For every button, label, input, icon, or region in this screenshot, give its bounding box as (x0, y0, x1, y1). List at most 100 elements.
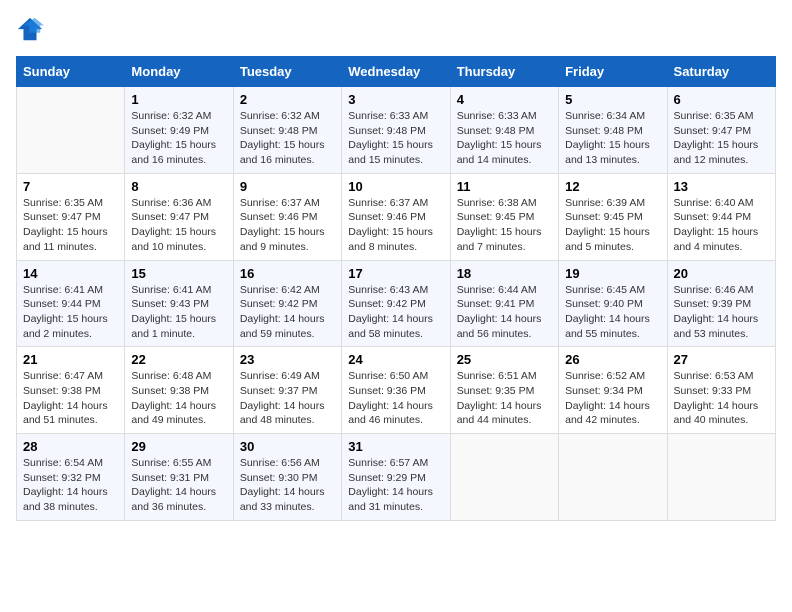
day-info: Sunrise: 6:57 AM Sunset: 9:29 PM Dayligh… (348, 456, 443, 515)
day-number: 19 (565, 266, 660, 281)
calendar-header: SundayMondayTuesdayWednesdayThursdayFrid… (17, 57, 776, 87)
calendar-week-3: 14Sunrise: 6:41 AM Sunset: 9:44 PM Dayli… (17, 260, 776, 347)
calendar-cell: 5 Sunrise: 6:34 AM Sunset: 9:48 PM Daylig… (559, 87, 667, 174)
day-info: Sunrise: 6:42 AM Sunset: 9:42 PM Dayligh… (240, 283, 335, 342)
day-info: Sunrise: 6:38 AM Sunset: 9:45 PM Dayligh… (457, 196, 552, 255)
calendar-cell (450, 434, 558, 521)
logo (16, 16, 48, 44)
day-number: 13 (674, 179, 769, 194)
day-info: Sunrise: 6:37 AM Sunset: 9:46 PM Dayligh… (348, 196, 443, 255)
header-day-thursday: Thursday (450, 57, 558, 87)
day-info: Sunrise: 6:50 AM Sunset: 9:36 PM Dayligh… (348, 369, 443, 428)
day-number: 24 (348, 352, 443, 367)
calendar-cell: 12 Sunrise: 6:39 AM Sunset: 9:45 PM Dayli… (559, 173, 667, 260)
calendar-cell: 25 Sunrise: 6:51 AM Sunset: 9:35 PM Dayli… (450, 347, 558, 434)
calendar-week-4: 21 Sunrise: 6:47 AM Sunset: 9:38 PM Dayli… (17, 347, 776, 434)
calendar-cell: 22 Sunrise: 6:48 AM Sunset: 9:38 PM Dayli… (125, 347, 233, 434)
day-number: 10 (348, 179, 443, 194)
day-info: Sunrise: 6:40 AM Sunset: 9:44 PM Dayligh… (674, 196, 769, 255)
page-header (16, 16, 776, 44)
calendar-cell (17, 87, 125, 174)
calendar-cell (559, 434, 667, 521)
day-number: 22 (131, 352, 226, 367)
day-number: 1 (131, 92, 226, 107)
day-number: 3 (348, 92, 443, 107)
calendar-cell: 21 Sunrise: 6:47 AM Sunset: 9:38 PM Dayli… (17, 347, 125, 434)
calendar-cell: 20 Sunrise: 6:46 AM Sunset: 9:39 PM Dayli… (667, 260, 775, 347)
day-number: 16 (240, 266, 335, 281)
calendar-week-2: 7 Sunrise: 6:35 AM Sunset: 9:47 PM Daylig… (17, 173, 776, 260)
calendar-cell: 16 Sunrise: 6:42 AM Sunset: 9:42 PM Dayli… (233, 260, 341, 347)
day-number: 7 (23, 179, 118, 194)
calendar-cell: 1 Sunrise: 6:32 AM Sunset: 9:49 PM Daylig… (125, 87, 233, 174)
day-number: 20 (674, 266, 769, 281)
header-day-wednesday: Wednesday (342, 57, 450, 87)
day-number: 5 (565, 92, 660, 107)
header-day-saturday: Saturday (667, 57, 775, 87)
calendar-cell: 26 Sunrise: 6:52 AM Sunset: 9:34 PM Dayli… (559, 347, 667, 434)
calendar-cell: 14Sunrise: 6:41 AM Sunset: 9:44 PM Dayli… (17, 260, 125, 347)
header-day-friday: Friday (559, 57, 667, 87)
logo-icon (16, 16, 44, 44)
calendar-cell: 28Sunrise: 6:54 AM Sunset: 9:32 PM Dayli… (17, 434, 125, 521)
day-info: Sunrise: 6:43 AM Sunset: 9:42 PM Dayligh… (348, 283, 443, 342)
day-info: Sunrise: 6:32 AM Sunset: 9:49 PM Dayligh… (131, 109, 226, 168)
day-number: 25 (457, 352, 552, 367)
calendar-table: SundayMondayTuesdayWednesdayThursdayFrid… (16, 56, 776, 521)
calendar-cell: 3 Sunrise: 6:33 AM Sunset: 9:48 PM Daylig… (342, 87, 450, 174)
calendar-cell: 9 Sunrise: 6:37 AM Sunset: 9:46 PM Daylig… (233, 173, 341, 260)
day-number: 4 (457, 92, 552, 107)
calendar-cell: 8Sunrise: 6:36 AM Sunset: 9:47 PM Daylig… (125, 173, 233, 260)
day-info: Sunrise: 6:54 AM Sunset: 9:32 PM Dayligh… (23, 456, 118, 515)
day-number: 27 (674, 352, 769, 367)
day-info: Sunrise: 6:45 AM Sunset: 9:40 PM Dayligh… (565, 283, 660, 342)
day-info: Sunrise: 6:34 AM Sunset: 9:48 PM Dayligh… (565, 109, 660, 168)
day-number: 29 (131, 439, 226, 454)
day-info: Sunrise: 6:53 AM Sunset: 9:33 PM Dayligh… (674, 369, 769, 428)
day-info: Sunrise: 6:32 AM Sunset: 9:48 PM Dayligh… (240, 109, 335, 168)
day-info: Sunrise: 6:47 AM Sunset: 9:38 PM Dayligh… (23, 369, 118, 428)
day-info: Sunrise: 6:35 AM Sunset: 9:47 PM Dayligh… (23, 196, 118, 255)
day-info: Sunrise: 6:35 AM Sunset: 9:47 PM Dayligh… (674, 109, 769, 168)
header-day-tuesday: Tuesday (233, 57, 341, 87)
day-number: 6 (674, 92, 769, 107)
calendar-cell: 17 Sunrise: 6:43 AM Sunset: 9:42 PM Dayli… (342, 260, 450, 347)
calendar-cell: 19 Sunrise: 6:45 AM Sunset: 9:40 PM Dayli… (559, 260, 667, 347)
day-info: Sunrise: 6:41 AM Sunset: 9:44 PM Dayligh… (23, 283, 118, 342)
day-number: 21 (23, 352, 118, 367)
day-info: Sunrise: 6:41 AM Sunset: 9:43 PM Dayligh… (131, 283, 226, 342)
calendar-cell: 2Sunrise: 6:32 AM Sunset: 9:48 PM Daylig… (233, 87, 341, 174)
calendar-cell: 30Sunrise: 6:56 AM Sunset: 9:30 PM Dayli… (233, 434, 341, 521)
day-info: Sunrise: 6:37 AM Sunset: 9:46 PM Dayligh… (240, 196, 335, 255)
day-number: 11 (457, 179, 552, 194)
calendar-cell: 29 Sunrise: 6:55 AM Sunset: 9:31 PM Dayli… (125, 434, 233, 521)
day-number: 15 (131, 266, 226, 281)
day-number: 12 (565, 179, 660, 194)
calendar-body: 1 Sunrise: 6:32 AM Sunset: 9:49 PM Daylig… (17, 87, 776, 521)
calendar-cell: 23Sunrise: 6:49 AM Sunset: 9:37 PM Dayli… (233, 347, 341, 434)
day-info: Sunrise: 6:56 AM Sunset: 9:30 PM Dayligh… (240, 456, 335, 515)
day-info: Sunrise: 6:39 AM Sunset: 9:45 PM Dayligh… (565, 196, 660, 255)
calendar-cell: 11 Sunrise: 6:38 AM Sunset: 9:45 PM Dayli… (450, 173, 558, 260)
day-info: Sunrise: 6:46 AM Sunset: 9:39 PM Dayligh… (674, 283, 769, 342)
day-info: Sunrise: 6:33 AM Sunset: 9:48 PM Dayligh… (457, 109, 552, 168)
day-number: 26 (565, 352, 660, 367)
day-number: 18 (457, 266, 552, 281)
header-row: SundayMondayTuesdayWednesdayThursdayFrid… (17, 57, 776, 87)
calendar-cell (667, 434, 775, 521)
calendar-week-5: 28Sunrise: 6:54 AM Sunset: 9:32 PM Dayli… (17, 434, 776, 521)
day-info: Sunrise: 6:52 AM Sunset: 9:34 PM Dayligh… (565, 369, 660, 428)
day-info: Sunrise: 6:44 AM Sunset: 9:41 PM Dayligh… (457, 283, 552, 342)
day-info: Sunrise: 6:33 AM Sunset: 9:48 PM Dayligh… (348, 109, 443, 168)
day-info: Sunrise: 6:36 AM Sunset: 9:47 PM Dayligh… (131, 196, 226, 255)
day-info: Sunrise: 6:51 AM Sunset: 9:35 PM Dayligh… (457, 369, 552, 428)
day-number: 23 (240, 352, 335, 367)
day-number: 17 (348, 266, 443, 281)
day-number: 31 (348, 439, 443, 454)
calendar-cell: 31 Sunrise: 6:57 AM Sunset: 9:29 PM Dayli… (342, 434, 450, 521)
calendar-cell: 7 Sunrise: 6:35 AM Sunset: 9:47 PM Daylig… (17, 173, 125, 260)
day-number: 9 (240, 179, 335, 194)
header-day-monday: Monday (125, 57, 233, 87)
day-info: Sunrise: 6:55 AM Sunset: 9:31 PM Dayligh… (131, 456, 226, 515)
day-info: Sunrise: 6:48 AM Sunset: 9:38 PM Dayligh… (131, 369, 226, 428)
